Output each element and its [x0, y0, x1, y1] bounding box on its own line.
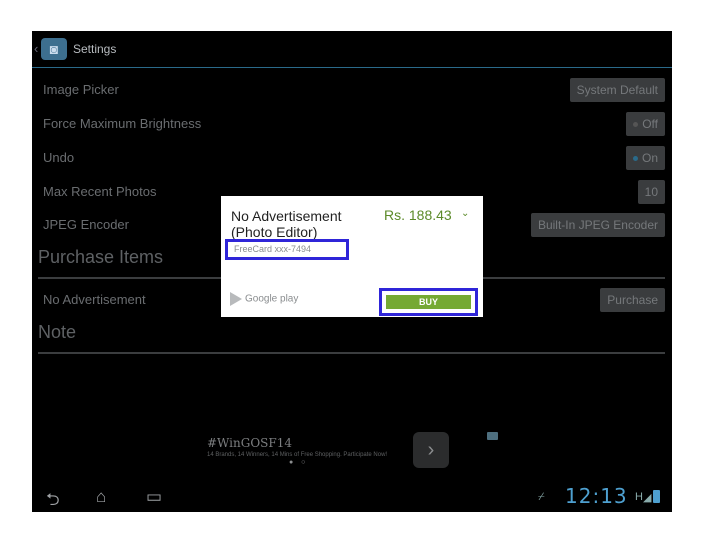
page-title: Settings — [73, 42, 117, 56]
buy-button[interactable]: BUY — [386, 295, 471, 309]
signal-icon: H — [635, 491, 643, 503]
clock[interactable]: 12:13 — [565, 484, 628, 508]
image-picker-button[interactable]: System Default — [569, 78, 665, 102]
up-navigation[interactable]: ‹ ◙ — [34, 36, 68, 62]
purchase-item-label: No Advertisement — [43, 292, 146, 307]
buy-highlight: BUY — [379, 288, 478, 316]
ad-info-icon[interactable] — [487, 432, 498, 440]
chevron-down-icon[interactable]: ⌄ — [461, 208, 469, 219]
setting-label: Image Picker — [43, 82, 119, 97]
store-name: Google play — [245, 293, 299, 305]
purchase-button[interactable]: Purchase — [600, 288, 665, 312]
system-navigation-bar: ⮌ ⌂ ▭ ⌿ 12:13 H ◢ — [32, 481, 672, 512]
setting-label: Undo — [43, 150, 75, 165]
setting-label: Max Recent Photos — [43, 184, 157, 199]
note-heading: Note — [38, 322, 77, 342]
toggle-label: On — [641, 151, 658, 165]
no-sim-icon: ⌿ — [538, 491, 545, 503]
jpeg-encoder-button[interactable]: Built-In JPEG Encoder — [530, 213, 665, 237]
battery-icon — [653, 490, 660, 503]
signal-bars-icon: ◢ — [643, 492, 652, 504]
action-bar: ‹ ◙ Settings — [32, 31, 672, 68]
brightness-toggle[interactable]: Off — [626, 112, 665, 136]
payment-method: FreeCard xxx-7494 — [234, 244, 312, 254]
toggle-indicator-icon — [632, 156, 638, 162]
undo-toggle[interactable]: On — [625, 146, 665, 170]
purchase-dialog: No Advertisement (Photo Editor) Rs. 188.… — [221, 196, 483, 317]
chevron-right-icon[interactable]: › — [413, 432, 449, 468]
google-play-logo: Google play — [230, 292, 298, 306]
recents-icon[interactable]: ▭ — [146, 487, 162, 507]
play-store-icon — [230, 292, 242, 306]
product-price: Rs. 188.43 — [384, 207, 452, 223]
toggle-label: Off — [642, 117, 658, 131]
setting-force-brightness: Force Maximum Brightness Off — [43, 108, 665, 138]
camera-icon: ◙ — [41, 38, 67, 60]
product-title: No Advertisement (Photo Editor) — [231, 208, 342, 240]
divider — [38, 352, 665, 354]
setting-image-picker: Image Picker System Default — [43, 74, 665, 104]
purchase-items-heading: Purchase Items — [38, 247, 164, 267]
home-icon[interactable]: ⌂ — [96, 487, 106, 507]
ad-subtitle: 14 Brands, 14 Winners, 14 Mins of Free S… — [207, 452, 388, 458]
ad-page-dots: ● ○ — [289, 459, 309, 466]
toggle-indicator-icon — [633, 122, 639, 128]
ad-banner[interactable]: #WinGOSF14 14 Brands, 14 Winners, 14 Min… — [205, 432, 505, 470]
back-icon[interactable]: ⮌ — [46, 487, 60, 512]
payment-method-highlight[interactable]: FreeCard xxx-7494 — [225, 239, 349, 260]
setting-label: Force Maximum Brightness — [43, 116, 202, 131]
up-caret-icon: ‹ — [34, 41, 39, 56]
setting-label: JPEG Encoder — [43, 217, 129, 232]
ad-title: #WinGOSF14 — [207, 436, 292, 450]
setting-undo: Undo On — [43, 142, 665, 172]
max-recent-photos-button[interactable]: 10 — [637, 180, 665, 204]
